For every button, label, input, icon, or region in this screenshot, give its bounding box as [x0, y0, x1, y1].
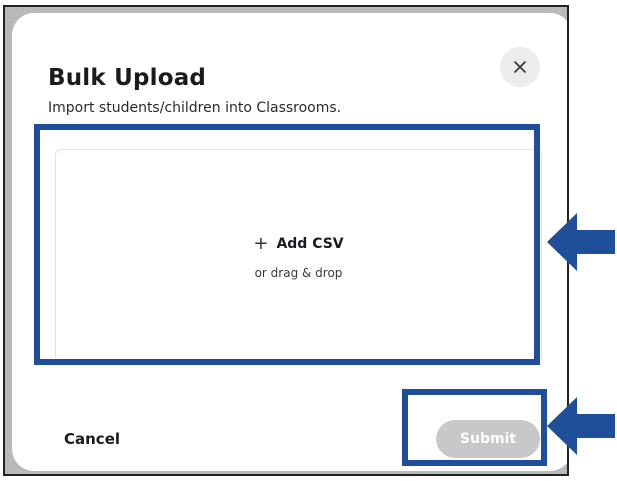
- close-button[interactable]: [500, 47, 540, 87]
- plus-icon: +: [253, 233, 269, 254]
- dialog-title: Bulk Upload: [48, 65, 207, 91]
- add-csv-label: Add CSV: [276, 236, 344, 252]
- bulk-upload-dialog: Bulk Upload Import students/children int…: [12, 13, 567, 471]
- csv-dropzone[interactable]: + Add CSV or drag & drop: [55, 149, 542, 363]
- close-icon: [514, 61, 526, 73]
- cancel-button[interactable]: Cancel: [64, 430, 120, 448]
- submit-button[interactable]: Submit: [436, 420, 540, 458]
- drag-drop-hint: or drag & drop: [254, 266, 343, 280]
- dialog-subtitle: Import students/children into Classrooms…: [48, 100, 342, 116]
- add-csv-button[interactable]: + Add CSV: [56, 233, 541, 254]
- arrow-left-icon: [547, 397, 615, 455]
- screenshot-frame: Bulk Upload Import students/children int…: [3, 5, 569, 476]
- arrow-left-icon: [547, 213, 615, 271]
